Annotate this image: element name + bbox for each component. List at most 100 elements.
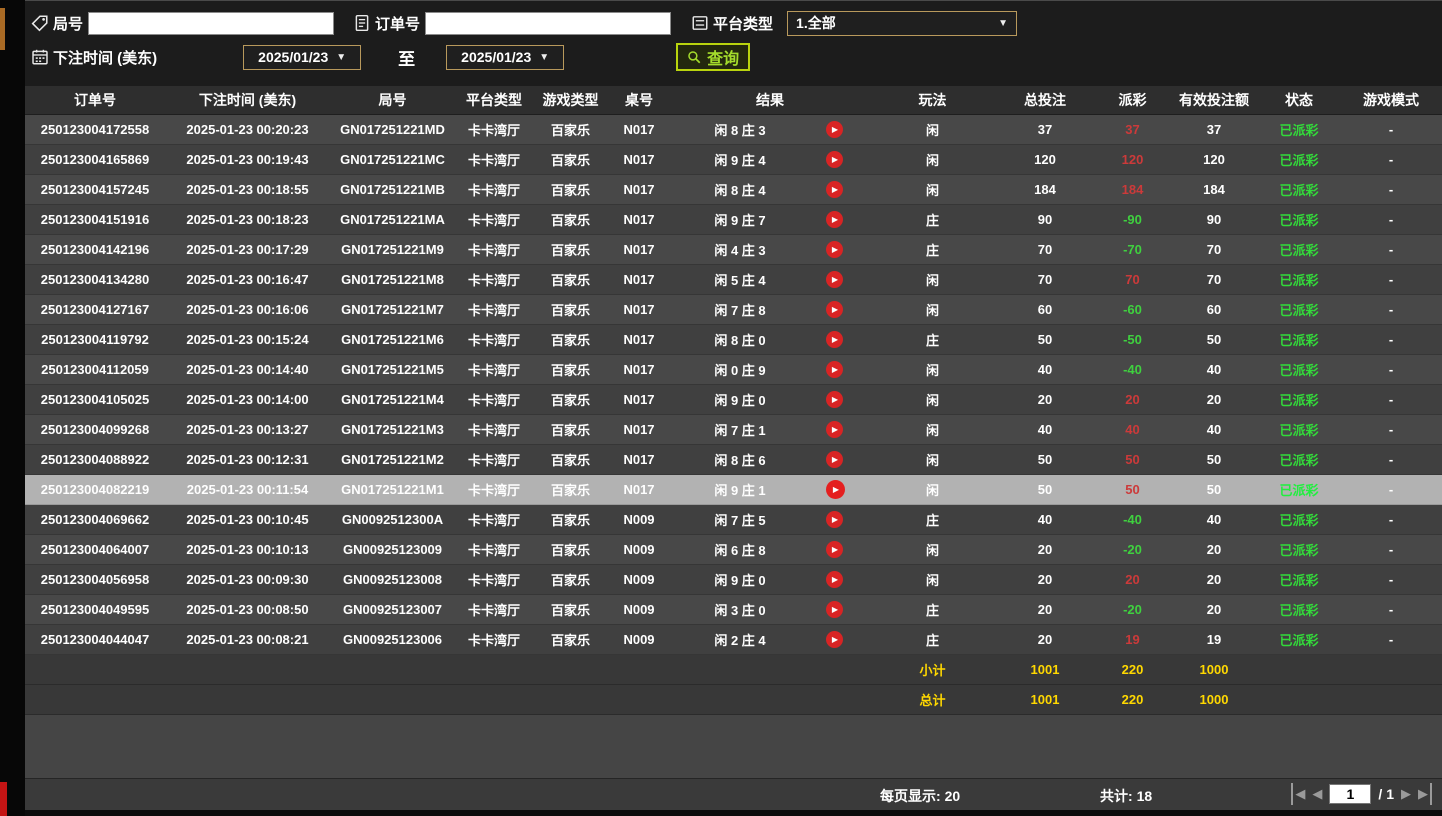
table-row[interactable]: 250123004044047 2025-01-23 00:08:21 GN00… — [25, 624, 1442, 654]
col-game-mode: 游戏模式 — [1340, 86, 1442, 114]
table-row[interactable]: 250123004151916 2025-01-23 00:18:23 GN01… — [25, 204, 1442, 234]
bet-time-filter-label: 下注时间 (美东) — [53, 47, 157, 68]
cell-table: N017 — [608, 144, 670, 174]
cell-total-bet: 20 — [995, 534, 1095, 564]
replay-icon[interactable]: ▶ — [826, 511, 843, 528]
cell-status: 已派彩 — [1258, 324, 1340, 354]
cell-status: 已派彩 — [1258, 264, 1340, 294]
cell-time: 2025-01-23 00:20:23 — [165, 114, 330, 144]
replay-icon[interactable]: ▶ — [826, 571, 843, 588]
cell-round: GN017251221MA — [330, 204, 455, 234]
replay-icon[interactable]: ▶ — [826, 211, 843, 228]
col-result: 结果 — [670, 86, 870, 114]
cell-total-bet: 184 — [995, 174, 1095, 204]
cell-total-bet: 20 — [995, 594, 1095, 624]
cell-payout: -70 — [1095, 234, 1170, 264]
table-row[interactable]: 250123004105025 2025-01-23 00:14:00 GN01… — [25, 384, 1442, 414]
date-to-picker[interactable]: 2025/01/23 ▼ — [446, 45, 564, 70]
table-row[interactable]: 250123004099268 2025-01-23 00:13:27 GN01… — [25, 414, 1442, 444]
cell-table: N009 — [608, 564, 670, 594]
cell-table: N017 — [608, 324, 670, 354]
cell-total-bet: 50 — [995, 324, 1095, 354]
cell-payout: 37 — [1095, 114, 1170, 144]
cell-game-mode: - — [1340, 294, 1442, 324]
first-page-icon[interactable]: ◀ — [1291, 783, 1305, 805]
table-row[interactable]: 250123004157245 2025-01-23 00:18:55 GN01… — [25, 174, 1442, 204]
table-row[interactable]: 250123004112059 2025-01-23 00:14:40 GN01… — [25, 354, 1442, 384]
cell-round: GN017251221M1 — [330, 474, 455, 504]
round-input[interactable] — [88, 12, 334, 35]
replay-icon[interactable]: ▶ — [826, 601, 843, 618]
cell-valid-bet: 20 — [1170, 384, 1258, 414]
cell-status: 已派彩 — [1258, 534, 1340, 564]
replay-icon[interactable]: ▶ — [826, 301, 843, 318]
cell-game-mode: - — [1340, 144, 1442, 174]
table-row[interactable]: 250123004069662 2025-01-23 00:10:45 GN00… — [25, 504, 1442, 534]
table-row[interactable]: 250123004056958 2025-01-23 00:09:30 GN00… — [25, 564, 1442, 594]
cell-game-mode: - — [1340, 234, 1442, 264]
cell-game-mode: - — [1340, 414, 1442, 444]
next-page-icon[interactable]: ▶ — [1401, 783, 1411, 805]
date-from-picker[interactable]: 2025/01/23 ▼ — [243, 45, 361, 70]
result-score: 闲 9 庄 0 — [670, 390, 810, 409]
cell-valid-bet: 37 — [1170, 114, 1258, 144]
replay-icon[interactable]: ▶ — [826, 480, 845, 499]
page-input[interactable] — [1329, 784, 1371, 804]
last-page-icon[interactable]: ▶ — [1418, 783, 1432, 805]
table-row[interactable]: 250123004082219 2025-01-23 00:11:54 GN01… — [25, 474, 1442, 504]
per-page-label: 每页显示: — [880, 788, 941, 804]
calendar-icon — [31, 48, 49, 66]
cell-result: 闲 7 庄 8 ▶ — [670, 294, 870, 324]
replay-icon[interactable]: ▶ — [826, 541, 843, 558]
chevron-down-icon: ▼ — [998, 18, 1008, 29]
table-row[interactable]: 250123004134280 2025-01-23 00:16:47 GN01… — [25, 264, 1442, 294]
subtotal-label: 小计 — [870, 654, 995, 684]
table-header-row: 订单号 下注时间 (美东) 局号 平台类型 游戏类型 桌号 结果 玩法 总投注 … — [25, 86, 1442, 114]
cell-game: 百家乐 — [533, 504, 608, 534]
replay-icon[interactable]: ▶ — [826, 331, 843, 348]
cell-game: 百家乐 — [533, 534, 608, 564]
query-button[interactable]: 查询 — [676, 43, 750, 71]
replay-icon[interactable]: ▶ — [826, 181, 843, 198]
cell-game-mode: - — [1340, 444, 1442, 474]
replay-icon[interactable]: ▶ — [826, 631, 843, 648]
cell-game-mode: - — [1340, 114, 1442, 144]
table-row[interactable]: 250123004172558 2025-01-23 00:20:23 GN01… — [25, 114, 1442, 144]
replay-icon[interactable]: ▶ — [826, 391, 843, 408]
replay-icon[interactable]: ▶ — [826, 151, 843, 168]
replay-icon[interactable]: ▶ — [826, 271, 843, 288]
cell-payout: 20 — [1095, 564, 1170, 594]
cell-time: 2025-01-23 00:18:23 — [165, 204, 330, 234]
replay-icon[interactable]: ▶ — [826, 121, 843, 138]
prev-page-icon[interactable]: ◀ — [1312, 783, 1322, 805]
cell-status: 已派彩 — [1258, 144, 1340, 174]
cell-order: 250123004049595 — [25, 594, 165, 624]
table-row[interactable]: 250123004064007 2025-01-23 00:10:13 GN00… — [25, 534, 1442, 564]
cell-time: 2025-01-23 00:16:06 — [165, 294, 330, 324]
cell-play: 闲 — [870, 474, 995, 504]
order-input[interactable] — [425, 12, 671, 35]
table-row[interactable]: 250123004119792 2025-01-23 00:15:24 GN01… — [25, 324, 1442, 354]
table-row[interactable]: 250123004165869 2025-01-23 00:19:43 GN01… — [25, 144, 1442, 174]
subtotal-total-bet: 1001 — [995, 654, 1095, 684]
cell-status: 已派彩 — [1258, 204, 1340, 234]
cell-game: 百家乐 — [533, 234, 608, 264]
cell-table: N017 — [608, 294, 670, 324]
cell-time: 2025-01-23 00:14:00 — [165, 384, 330, 414]
table-row[interactable]: 250123004049595 2025-01-23 00:08:50 GN00… — [25, 594, 1442, 624]
platform-select[interactable]: 1.全部 ▼ — [787, 11, 1017, 36]
replay-icon[interactable]: ▶ — [826, 451, 843, 468]
table-row[interactable]: 250123004088922 2025-01-23 00:12:31 GN01… — [25, 444, 1442, 474]
col-total-bet: 总投注 — [995, 86, 1095, 114]
cell-result: 闲 6 庄 8 ▶ — [670, 534, 870, 564]
replay-icon[interactable]: ▶ — [826, 241, 843, 258]
table-row[interactable]: 250123004127167 2025-01-23 00:16:06 GN01… — [25, 294, 1442, 324]
cell-time: 2025-01-23 00:16:47 — [165, 264, 330, 294]
grand-total-label: 总计 — [870, 684, 995, 714]
cell-round: GN00925123007 — [330, 594, 455, 624]
table-row[interactable]: 250123004142196 2025-01-23 00:17:29 GN01… — [25, 234, 1442, 264]
cell-valid-bet: 40 — [1170, 504, 1258, 534]
replay-icon[interactable]: ▶ — [826, 421, 843, 438]
replay-icon[interactable]: ▶ — [826, 361, 843, 378]
cell-valid-bet: 19 — [1170, 624, 1258, 654]
